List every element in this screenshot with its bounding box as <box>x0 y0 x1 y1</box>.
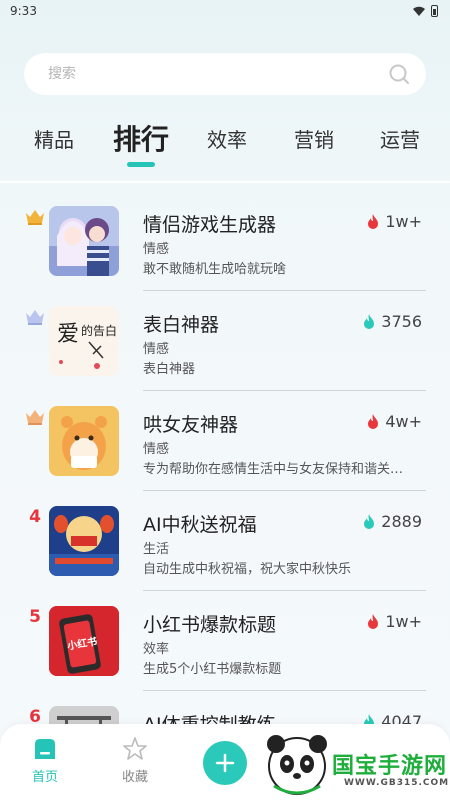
status-bar: 9:33 <box>0 0 450 22</box>
tab-ranking[interactable]: 排行 <box>113 118 169 158</box>
item-stat: 1w+ <box>367 612 422 631</box>
drop-icon <box>364 314 375 329</box>
nav-home[interactable]: 首页 <box>20 736 70 785</box>
nav-home-label: 首页 <box>31 770 58 785</box>
list-item[interactable]: 爱 的告白 表白神器 情感 表白神器 3756 <box>0 298 450 398</box>
flame-icon <box>368 414 379 429</box>
site-watermark: 国宝手游网 WWW.GB315.COM <box>262 728 450 800</box>
wifi-icon <box>413 6 425 16</box>
list-item[interactable]: 4 AI中秋送祝福 生活 自动生成中秋祝福，祝大家中秋快乐 2889 <box>0 498 450 598</box>
row-divider <box>143 590 426 591</box>
stat-value: 2889 <box>381 512 422 531</box>
item-description: 自动生成中秋祝福，祝大家中秋快乐 <box>143 562 352 577</box>
item-title: 小红书爆款标题 <box>143 614 277 636</box>
row-divider <box>143 390 426 391</box>
item-description: 生成5个小红书爆款标题 <box>143 662 282 677</box>
flame-icon <box>368 614 379 629</box>
add-button[interactable] <box>203 741 247 785</box>
watermark-title: 国宝手游网 <box>332 754 448 779</box>
drop-icon <box>364 514 375 529</box>
rank-badge <box>24 306 46 328</box>
flame-icon <box>368 214 379 229</box>
rank-number: 4 <box>29 507 41 527</box>
tab-featured[interactable]: 精品 <box>34 124 74 153</box>
item-title: AI中秋送祝福 <box>143 514 257 536</box>
watermark-url: WWW.GB315.COM <box>344 778 450 788</box>
thumbnail-love-letter: 爱 的告白 <box>49 306 119 376</box>
rank-badge <box>24 406 46 428</box>
battery-icon <box>431 5 438 17</box>
thumb-heart-sub: 的告白 <box>81 324 118 338</box>
row-divider <box>143 690 426 691</box>
stat-value: 3756 <box>381 312 422 331</box>
row-divider <box>143 290 426 291</box>
item-category: 情感 <box>143 242 170 257</box>
search-input[interactable] <box>48 66 388 82</box>
tabs-divider <box>0 181 450 183</box>
item-category: 生活 <box>143 542 170 557</box>
silver-crown-icon <box>26 310 44 325</box>
list-item[interactable]: 5 小红书 小红书爆款标题 效率 生成5个小红书爆款标题 1w+ <box>0 598 450 698</box>
thumbnail-mid-autumn <box>49 506 119 576</box>
panda-logo-icon <box>267 735 327 795</box>
gold-crown-icon <box>26 210 44 225</box>
nav-favorites[interactable]: 收藏 <box>110 736 160 785</box>
item-title: 哄女友神器 <box>143 414 239 436</box>
stat-value: 1w+ <box>385 212 422 231</box>
category-tabs: 精品 排行 效率 营销 运营 <box>0 116 450 170</box>
tab-efficiency[interactable]: 效率 <box>207 124 247 153</box>
rank-badge <box>24 206 46 228</box>
item-title: 情侣游戏生成器 <box>143 214 277 236</box>
item-stat: 1w+ <box>367 212 422 231</box>
list-item[interactable]: 哄女友神器 情感 专为帮助你在感情生活中与女友保持和谐关… 4w+ <box>0 398 450 498</box>
search-bar[interactable] <box>24 53 426 95</box>
tab-operations[interactable]: 运营 <box>380 124 420 153</box>
item-category: 情感 <box>143 442 170 457</box>
status-time: 9:33 <box>10 4 37 18</box>
item-description: 表白神器 <box>143 362 196 377</box>
item-description: 敢不敢随机生成哈就玩啥 <box>143 262 287 277</box>
active-tab-indicator <box>127 162 155 167</box>
thumbnail-xiaohongshu: 小红书 <box>49 606 119 676</box>
thumbnail-couple-anime <box>49 206 119 276</box>
stat-value: 1w+ <box>385 612 422 631</box>
item-stat: 3756 <box>363 312 422 331</box>
thumbnail-hamster <box>49 406 119 476</box>
thumb-heart-text: 爱 <box>57 322 80 347</box>
item-category: 情感 <box>143 342 170 357</box>
search-icon[interactable] <box>388 63 410 85</box>
rank-number: 5 <box>29 607 41 627</box>
stat-value: 4w+ <box>385 412 422 431</box>
home-icon <box>35 739 55 759</box>
row-divider <box>143 490 426 491</box>
bronze-crown-icon <box>26 410 44 425</box>
plus-icon <box>215 753 235 773</box>
item-category: 效率 <box>143 642 170 657</box>
star-icon <box>123 737 147 760</box>
item-stat: 4w+ <box>367 412 422 431</box>
status-icons <box>413 5 438 17</box>
item-title: 表白神器 <box>143 314 220 336</box>
list-item[interactable]: 情侣游戏生成器 情感 敢不敢随机生成哈就玩啥 1w+ <box>0 198 450 298</box>
item-description: 专为帮助你在感情生活中与女友保持和谐关… <box>143 462 404 477</box>
nav-favorites-label: 收藏 <box>121 770 148 785</box>
tab-marketing[interactable]: 营销 <box>294 124 334 153</box>
item-stat: 2889 <box>363 512 422 531</box>
